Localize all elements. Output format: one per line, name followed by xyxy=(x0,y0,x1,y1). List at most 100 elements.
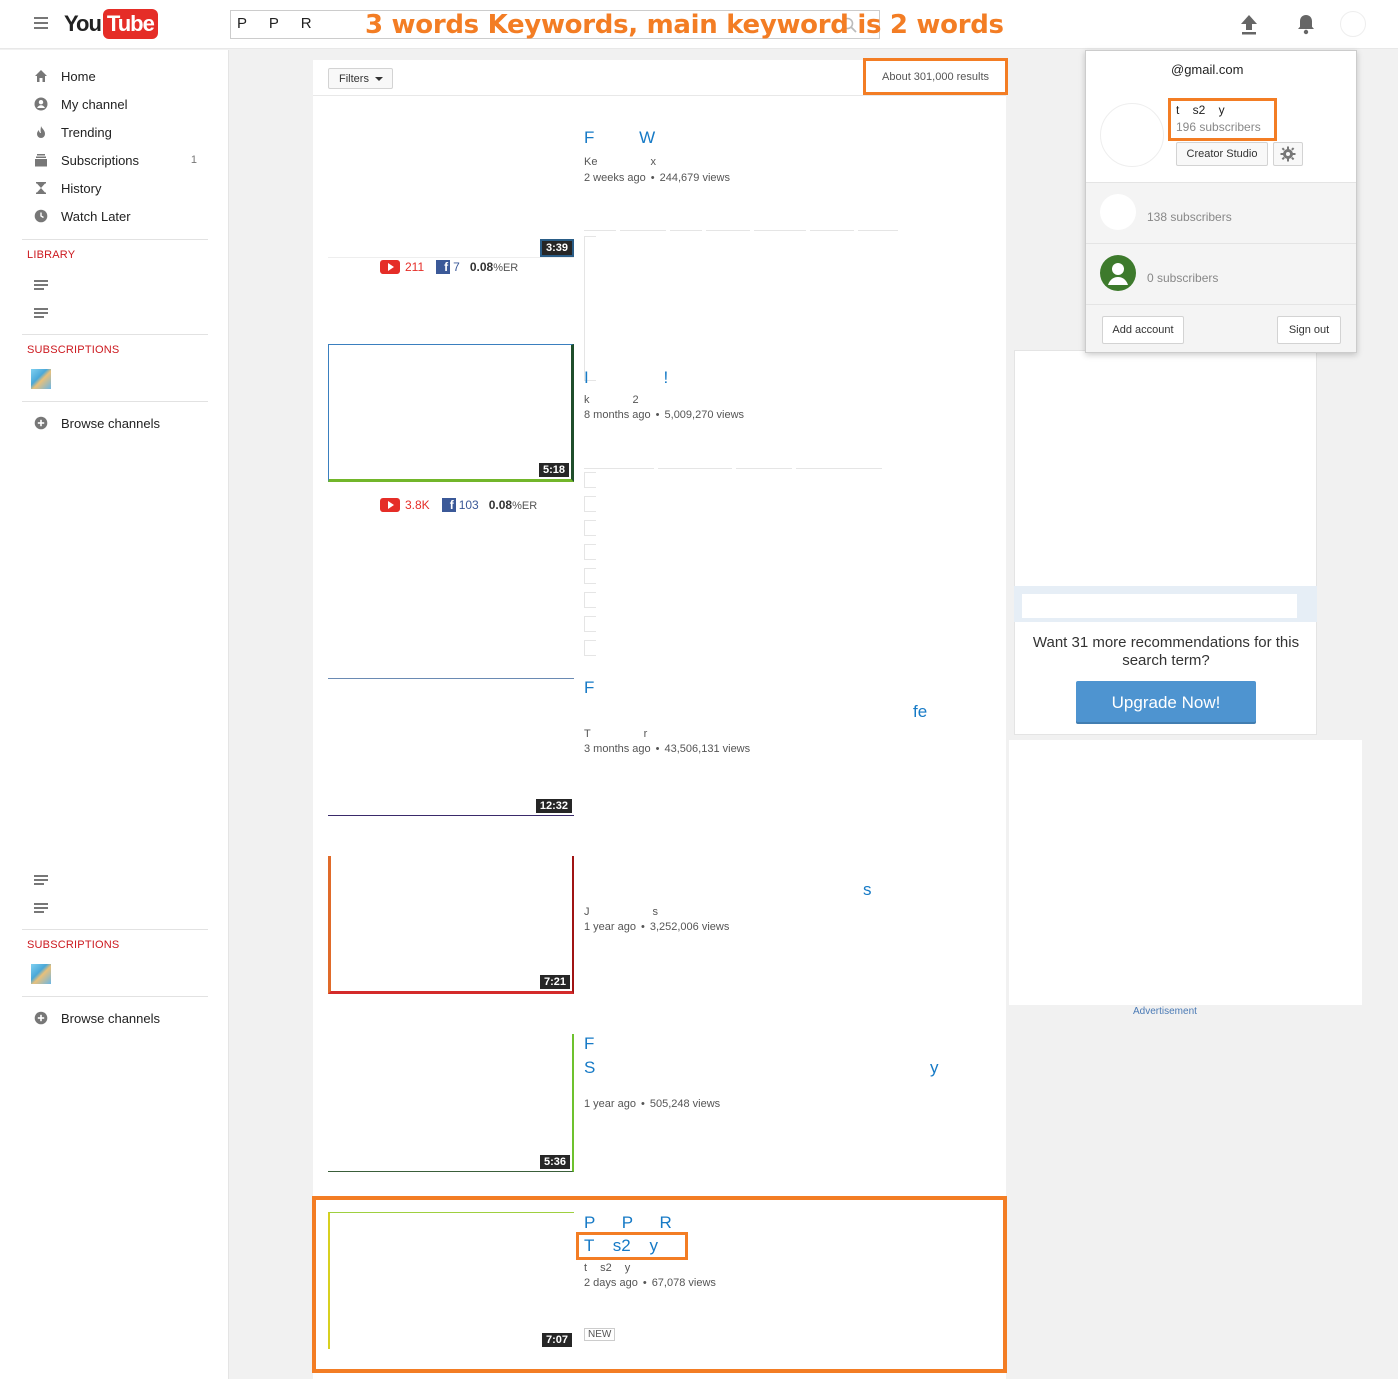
youtube-likes: 211 xyxy=(405,260,425,274)
engagement-rate: 0.08%ER xyxy=(488,498,538,512)
video-stats: 3.8K f 103 0.08%ER xyxy=(380,498,537,512)
sidebar-item-label: Watch Later xyxy=(61,208,131,224)
subscriptions-heading: SUBSCRIPTIONS xyxy=(27,344,120,356)
avatar xyxy=(1100,255,1136,291)
duration-badge: 7:07 xyxy=(541,1333,572,1347)
duration-badge: 5:18 xyxy=(538,463,569,477)
recommendations-panel xyxy=(1014,350,1317,735)
youtube-likes: 3.8K xyxy=(405,498,430,512)
upload-icon[interactable] xyxy=(1239,13,1259,35)
video-title-line-2[interactable]: fe xyxy=(913,702,927,722)
video-meta: 2 weeks ago • 244,679 views xyxy=(584,172,730,184)
sidebar-item-label: Trending xyxy=(61,124,112,140)
add-circle-icon xyxy=(33,1010,49,1026)
video-thumbnail[interactable]: 3:39 xyxy=(328,120,575,258)
video-meta: 1 year ago • 505,248 views xyxy=(584,1098,721,1110)
subscriptions-heading: SUBSCRIPTIONS xyxy=(27,939,120,951)
guide-menu-icon[interactable] xyxy=(34,17,48,29)
video-title[interactable]: F xyxy=(584,1034,594,1054)
video-title-line-2[interactable]: T s2 y xyxy=(584,1236,658,1256)
video-age: 2 weeks ago xyxy=(584,172,646,184)
search-results: Filters About 301,000 results 3:39 F W K… xyxy=(312,58,1008,1379)
video-title-line-2[interactable]: S y xyxy=(584,1058,939,1078)
account-avatar-button[interactable] xyxy=(1340,11,1366,37)
video-title[interactable]: F W xyxy=(584,128,675,148)
sidebar-item-subscriptions[interactable]: Subscriptions 1 xyxy=(22,146,208,174)
account-switch-row[interactable]: 138 subscribers xyxy=(1086,182,1356,243)
youtube-logo[interactable]: You Tube xyxy=(64,9,158,39)
hourglass-icon xyxy=(33,180,49,196)
video-thumbnail[interactable]: 5:18 xyxy=(328,344,574,482)
gear-icon xyxy=(1280,146,1296,162)
notifications-bell-icon[interactable] xyxy=(1295,12,1317,36)
video-channel[interactable]: J s xyxy=(584,906,658,918)
video-views: 5,009,270 views xyxy=(664,409,745,421)
advertisement-slot[interactable] xyxy=(1009,740,1362,1005)
playlist-icon[interactable] xyxy=(34,875,48,885)
divider xyxy=(22,401,208,402)
video-thumbnail[interactable]: 12:32 xyxy=(328,678,574,816)
video-age: 1 year ago xyxy=(584,1098,636,1110)
sidebar-item-my-channel[interactable]: My channel xyxy=(22,90,208,118)
video-title[interactable]: F xyxy=(584,678,594,698)
settings-button[interactable] xyxy=(1273,142,1303,166)
divider xyxy=(22,929,208,930)
divider xyxy=(22,996,208,997)
playlist-icon[interactable] xyxy=(34,903,48,913)
creator-studio-button[interactable]: Creator Studio xyxy=(1176,142,1268,166)
subscription-channel-thumbnail[interactable] xyxy=(31,369,51,389)
video-channel[interactable]: k 2 xyxy=(584,394,639,406)
sidebar-item-home[interactable]: Home xyxy=(22,62,208,90)
subscription-channel-thumbnail[interactable] xyxy=(31,964,51,984)
left-guide: Home My channel Trending Subscriptions 1… xyxy=(0,50,229,1379)
video-age: 3 months ago xyxy=(584,743,651,755)
sidebar-item-history[interactable]: History xyxy=(22,174,208,202)
account-switch-row[interactable]: 0 subscribers xyxy=(1086,243,1356,304)
tag-box xyxy=(584,496,596,512)
video-title[interactable]: P P R xyxy=(584,1213,672,1233)
video-views: 43,506,131 views xyxy=(664,743,751,755)
recommendations-field xyxy=(1022,594,1297,618)
tag-box xyxy=(584,544,596,560)
duration-badge: 5:36 xyxy=(539,1155,570,1169)
divider xyxy=(22,334,208,335)
video-meta: 8 months ago • 5,009,270 views xyxy=(584,409,745,421)
video-views: 3,252,006 views xyxy=(649,921,730,933)
duration-badge: 12:32 xyxy=(535,799,572,813)
sign-out-button[interactable]: Sign out xyxy=(1277,316,1341,344)
add-account-button[interactable]: Add account xyxy=(1102,316,1184,344)
subscriptions-count: 1 xyxy=(190,154,197,166)
video-age: 1 year ago xyxy=(584,921,636,933)
results-count: About 301,000 results xyxy=(882,71,990,83)
browse-channels-button[interactable]: Browse channels xyxy=(22,1004,208,1032)
video-stats: 211 f 7 0.08%ER xyxy=(380,260,518,274)
playlist-icon[interactable] xyxy=(34,280,48,290)
engagement-rate: 0.08%ER xyxy=(469,260,519,274)
tag-box xyxy=(584,472,596,488)
filters-button[interactable]: Filters xyxy=(328,68,393,89)
sidebar-item-watch-later[interactable]: Watch Later xyxy=(22,202,208,230)
video-thumbnail[interactable]: 5:36 xyxy=(328,1034,574,1172)
upgrade-now-button[interactable]: Upgrade Now! xyxy=(1076,681,1256,724)
video-age: 2 days ago xyxy=(584,1277,638,1289)
video-thumbnail[interactable]: 7:21 xyxy=(328,856,574,994)
sidebar-item-trending[interactable]: Trending xyxy=(22,118,208,146)
playlist-icon[interactable] xyxy=(34,308,48,318)
video-title[interactable]: I ! xyxy=(584,368,668,388)
avatar xyxy=(1100,194,1136,230)
avatar[interactable] xyxy=(1100,103,1164,167)
video-channel[interactable]: t s2 y xyxy=(584,1262,630,1274)
browse-channels-button[interactable]: Browse channels xyxy=(22,409,208,437)
account-name: t s2 y xyxy=(1176,103,1225,117)
sidebar-item-label: Home xyxy=(61,68,96,84)
video-channel[interactable]: T r xyxy=(584,728,647,740)
video-thumbnail[interactable]: 7:07 xyxy=(328,1212,574,1349)
video-channel[interactable]: Ke x xyxy=(584,156,656,168)
logo-you: You xyxy=(64,11,102,36)
video-views: 67,078 views xyxy=(651,1277,716,1289)
search-input[interactable]: P P R xyxy=(237,15,312,32)
account-subscribers: 196 subscribers xyxy=(1176,120,1261,134)
video-meta: 1 year ago • 3,252,006 views xyxy=(584,921,730,933)
video-title[interactable]: s xyxy=(863,880,872,900)
add-circle-icon xyxy=(33,415,49,431)
